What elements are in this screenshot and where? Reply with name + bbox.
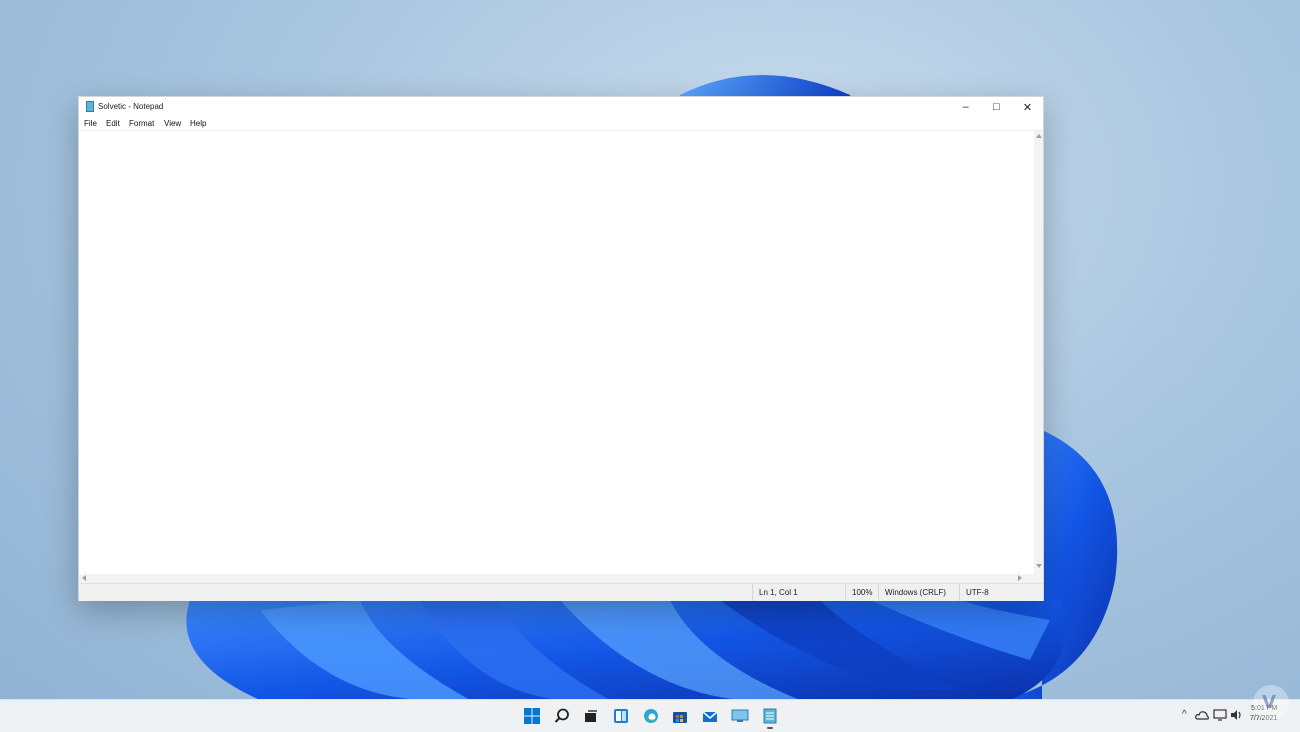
status-line-ending: Windows (CRLF) [878, 584, 959, 601]
text-editor[interactable] [79, 131, 1034, 574]
remote-desktop-icon[interactable] [730, 706, 750, 726]
scroll-right-icon[interactable] [1018, 575, 1022, 581]
mail-icon[interactable] [700, 706, 720, 726]
taskbar: ^ 5:01 PM 7/7/2021 [0, 699, 1300, 732]
menu-file[interactable]: File [84, 119, 97, 128]
window-title: Solvetic - Notepad [98, 102, 164, 111]
watermark-logo-icon: V [1262, 692, 1276, 713]
title-bar[interactable]: Solvetic - Notepad – □ ✕ [79, 97, 1043, 117]
tray-chevron-icon[interactable]: ^ [1182, 709, 1187, 720]
start-icon[interactable] [522, 706, 542, 726]
search-icon[interactable] [552, 706, 572, 726]
network-icon[interactable] [1212, 707, 1228, 723]
notepad-window: Solvetic - Notepad – □ ✕ File Edit Forma… [78, 96, 1044, 601]
maximize-button[interactable]: □ [981, 97, 1012, 117]
notepad-app-icon [86, 101, 94, 112]
close-button[interactable]: ✕ [1012, 97, 1043, 117]
vertical-scrollbar[interactable] [1034, 131, 1043, 574]
maximize-icon: □ [993, 101, 1000, 113]
volume-icon[interactable] [1229, 707, 1245, 723]
notepad-icon[interactable] [760, 706, 780, 726]
onedrive-icon[interactable] [1194, 707, 1210, 723]
menu-view[interactable]: View [164, 119, 181, 128]
edge-icon[interactable] [641, 706, 661, 726]
status-bar: Ln 1, Col 1 100% Windows (CRLF) UTF-8 [79, 583, 1043, 601]
status-zoom: 100% [845, 584, 878, 601]
active-indicator [767, 727, 773, 729]
scroll-down-icon[interactable] [1036, 564, 1042, 568]
scroll-left-icon[interactable] [82, 575, 86, 581]
menu-bar: File Edit Format View Help [79, 117, 1043, 131]
minimize-icon: – [962, 101, 969, 113]
scrollbar-corner [1034, 574, 1043, 583]
minimize-button[interactable]: – [950, 97, 981, 117]
status-encoding: UTF-8 [959, 584, 1043, 601]
menu-edit[interactable]: Edit [106, 119, 120, 128]
close-icon: ✕ [1022, 101, 1033, 114]
scroll-up-icon[interactable] [1036, 134, 1042, 138]
menu-format[interactable]: Format [129, 119, 154, 128]
menu-help[interactable]: Help [190, 119, 206, 128]
widgets-icon[interactable] [611, 706, 631, 726]
status-position: Ln 1, Col 1 [752, 584, 845, 601]
horizontal-scrollbar[interactable] [79, 574, 1034, 583]
task-view-icon[interactable] [581, 706, 601, 726]
store-icon[interactable] [670, 706, 690, 726]
